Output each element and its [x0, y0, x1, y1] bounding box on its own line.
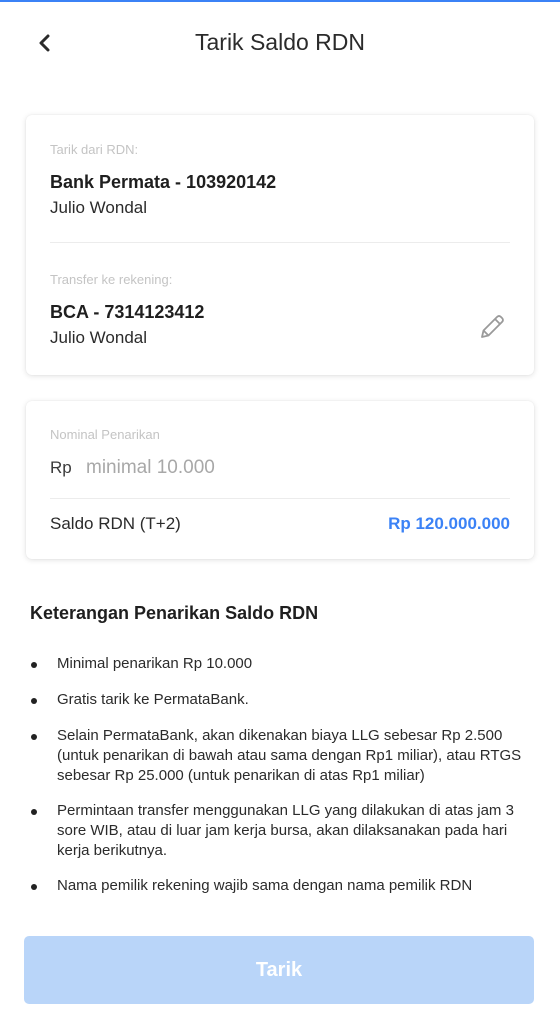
accounts-divider [50, 242, 510, 243]
destination-account: BCA - 7314123412 [50, 302, 205, 322]
submit-withdraw-button[interactable]: Tarik [24, 936, 534, 1004]
amount-divider [50, 498, 510, 499]
amount-label: Nominal Penarikan [50, 427, 160, 442]
source-label: Tarik dari RDN: [50, 142, 139, 157]
list-item: Permintaan transfer menggunakan LLG yang… [30, 801, 540, 861]
list-item: Nama pemilik rekening wajib sama dengan … [30, 876, 540, 896]
app-header: Tarik Saldo RDN [0, 2, 560, 86]
pencil-icon [481, 315, 504, 338]
source-holder: Julio Wondal [50, 198, 148, 217]
list-item: Minimal penarikan Rp 10.000 [30, 654, 540, 674]
list-item: Selain PermataBank, akan dikenakan biaya… [30, 726, 540, 786]
currency-prefix: Rp [50, 458, 72, 477]
info-notes-list: Minimal penarikan Rp 10.000 Gratis tarik… [30, 654, 540, 896]
balance-value: Rp 120.000.000 [388, 514, 510, 533]
info-title: Keterangan Penarikan Saldo RDN [30, 603, 319, 623]
list-item: Gratis tarik ke PermataBank. [30, 690, 540, 710]
edit-destination-button[interactable] [476, 311, 508, 343]
page-title: Tarik Saldo RDN [195, 29, 365, 55]
source-account: Bank Permata - 103920142 [50, 172, 277, 192]
balance-label: Saldo RDN (T+2) [50, 514, 181, 533]
amount-card: Nominal Penarikan Rp Saldo RDN (T+2) Rp … [26, 401, 534, 559]
accounts-card: Tarik dari RDN: Bank Permata - 103920142… [26, 115, 534, 375]
destination-holder: Julio Wondal [50, 328, 148, 347]
destination-label: Transfer ke rekening: [50, 272, 173, 287]
amount-input[interactable] [86, 455, 486, 481]
